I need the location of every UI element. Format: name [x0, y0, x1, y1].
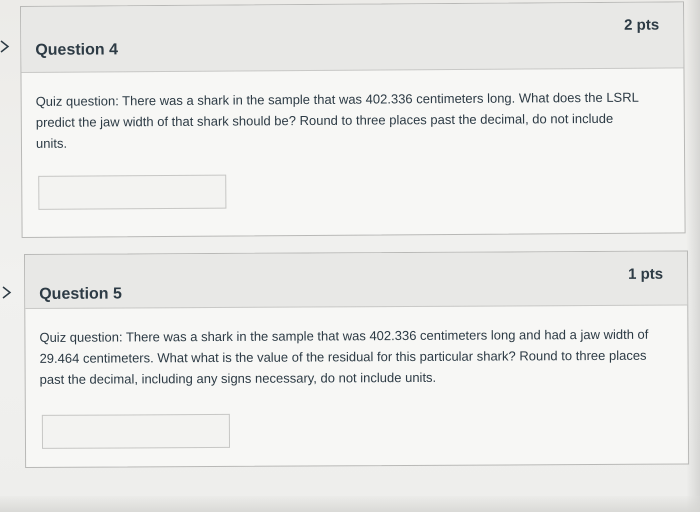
question-points: 1 pts — [628, 265, 664, 283]
question-title: Question 4 — [35, 41, 119, 59]
question-card: Question 5 1 pts Quiz question: There wa… — [24, 250, 690, 468]
answer-input[interactable] — [41, 413, 231, 449]
screen-edge-shadow — [686, 0, 700, 512]
answer-input[interactable] — [38, 174, 227, 210]
flag-icon[interactable] — [0, 40, 10, 53]
question-header: Question 4 2 pts — [21, 2, 684, 73]
bottom-page-strip — [0, 496, 700, 512]
question-text: Quiz question: There was a shark in the … — [39, 326, 649, 387]
quiz-page: Question 4 2 pts Quiz question: There wa… — [0, 0, 700, 512]
flag-icon[interactable] — [2, 286, 12, 299]
question-header: Question 5 1 pts — [25, 251, 688, 309]
question-text: Quiz question: There was a shark in the … — [35, 89, 639, 151]
question-title: Question 5 — [39, 285, 122, 303]
question-card: Question 4 2 pts Quiz question: There wa… — [20, 1, 686, 238]
question-points: 2 pts — [624, 16, 660, 34]
